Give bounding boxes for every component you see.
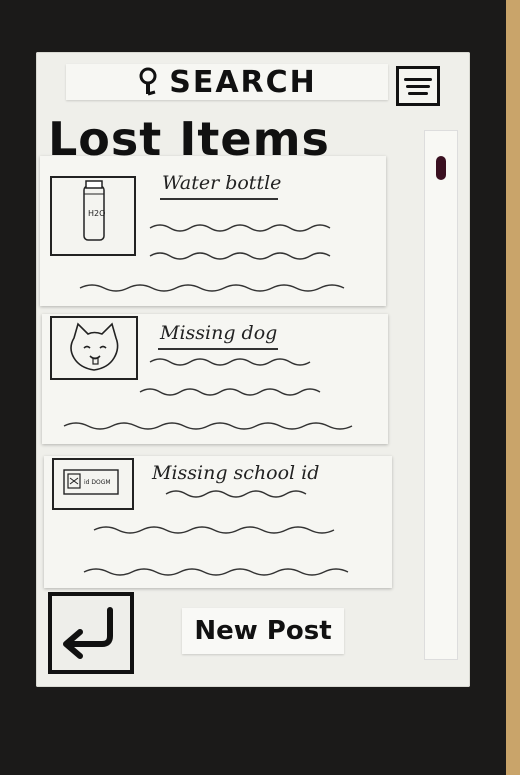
search-label: SEARCH xyxy=(169,64,317,100)
back-button[interactable] xyxy=(48,592,134,674)
menu-button[interactable] xyxy=(396,66,440,106)
back-arrow-icon xyxy=(63,607,113,659)
scrollbar[interactable] xyxy=(424,130,458,660)
menu-icon-line xyxy=(406,84,430,88)
new-post-button[interactable]: New Post xyxy=(182,608,344,654)
phone-screen: SEARCH Lost Items H2O Water bottle Missi… xyxy=(36,52,470,687)
search-bar[interactable]: SEARCH xyxy=(66,64,388,100)
thumb-label: id DOGM xyxy=(84,479,111,486)
title-underline xyxy=(160,198,278,200)
description-lines xyxy=(83,490,349,576)
menu-icon-line xyxy=(408,91,428,95)
item-title: Missing dog xyxy=(160,322,278,344)
description-lines xyxy=(63,358,353,430)
item-title: Missing school id xyxy=(152,462,320,484)
description-lines xyxy=(79,224,345,292)
list-item[interactable]: Missing dog xyxy=(42,314,388,444)
scrollbar-thumb[interactable] xyxy=(436,156,446,180)
list-item[interactable]: H2O Water bottle xyxy=(40,156,386,306)
background-wood xyxy=(506,0,520,775)
search-icon xyxy=(139,67,157,96)
menu-icon-line xyxy=(404,77,432,81)
list-item[interactable]: id DOGM Missing school id xyxy=(44,456,392,588)
item-title: Water bottle xyxy=(162,172,282,194)
